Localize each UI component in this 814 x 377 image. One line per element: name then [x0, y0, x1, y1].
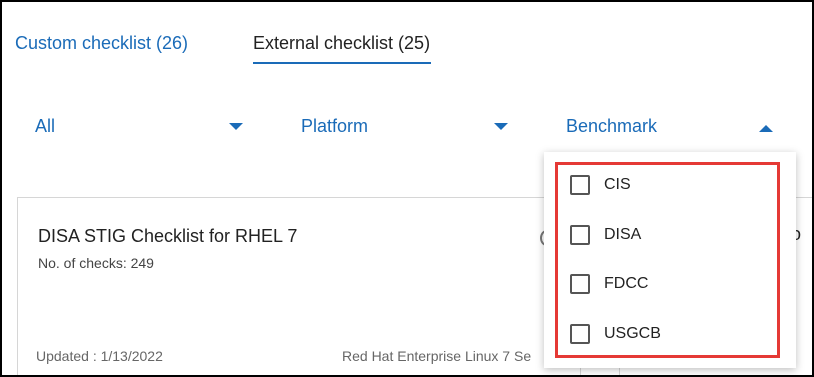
checklist-page: Custom checklist (26) External checklist…: [0, 0, 814, 377]
benchmark-option-disa[interactable]: DISA: [570, 222, 641, 248]
checkbox[interactable]: [570, 274, 590, 294]
option-label: USGCB: [604, 325, 661, 342]
caret-down-icon[interactable]: [229, 123, 243, 130]
option-label: DISA: [604, 226, 642, 243]
checkbox[interactable]: [570, 175, 590, 195]
filter-all-label[interactable]: All: [35, 116, 55, 137]
caret-down-icon[interactable]: [494, 123, 508, 130]
checkbox[interactable]: [570, 324, 590, 344]
card-platform: Red Hat Enterprise Linux 7 Se: [342, 348, 532, 364]
card-title: DISA STIG Checklist for RHEL 7: [38, 226, 298, 246]
option-label: CIS: [604, 176, 631, 193]
checkbox[interactable]: [570, 225, 590, 245]
benchmark-option-cis[interactable]: CIS: [570, 172, 631, 198]
option-label: FDCC: [604, 275, 649, 292]
caret-up-icon[interactable]: [759, 125, 773, 132]
filter-benchmark-label[interactable]: Benchmark: [566, 116, 657, 137]
tab-external-checklist[interactable]: External checklist (25): [253, 33, 430, 54]
filter-platform-label[interactable]: Platform: [301, 116, 368, 137]
checklist-card[interactable]: DISA STIG Checklist for RHEL 7 No. of ch…: [17, 197, 581, 375]
card-check-count: No. of checks: 249: [38, 255, 154, 271]
benchmark-option-usgcb[interactable]: USGCB: [570, 321, 661, 347]
benchmark-option-fdcc[interactable]: FDCC: [570, 271, 648, 297]
active-tab-indicator: [253, 62, 431, 64]
tab-custom-checklist[interactable]: Custom checklist (26): [15, 33, 188, 54]
card-updated-date: Updated : 1/13/2022: [36, 348, 163, 364]
benchmark-dropdown: CIS DISA FDCC USGCB: [544, 152, 796, 368]
